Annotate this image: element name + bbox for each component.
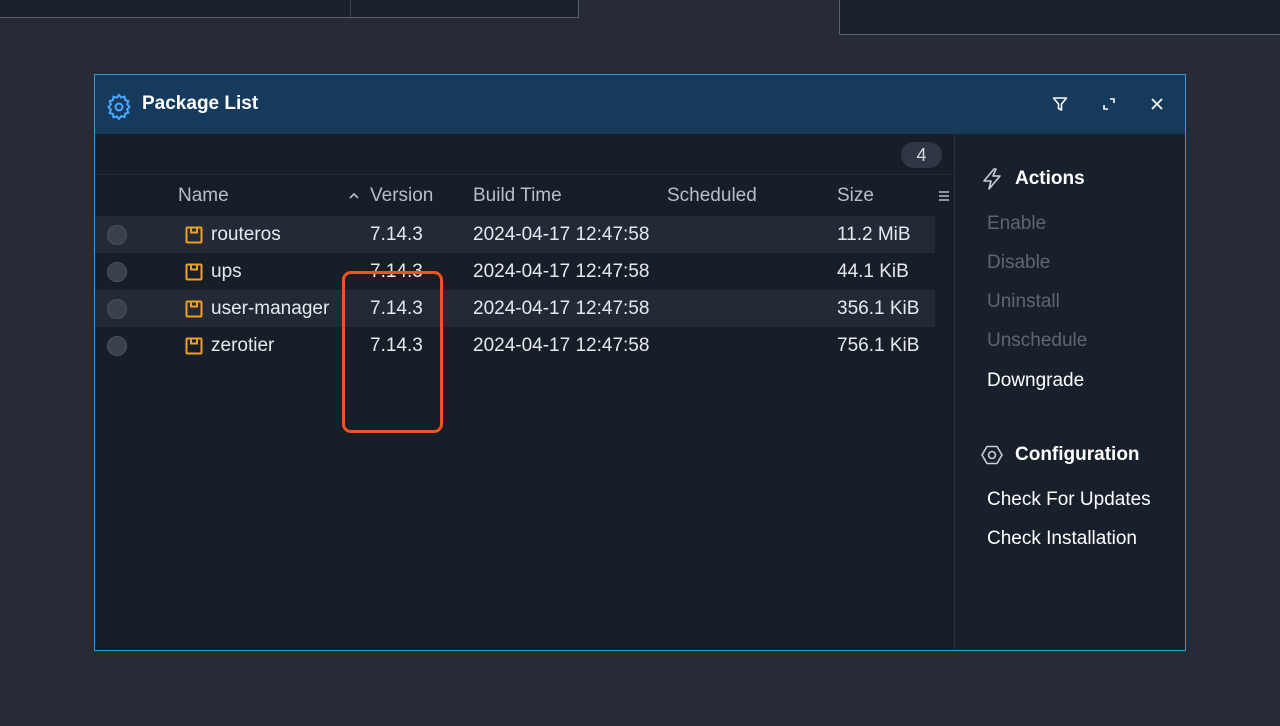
- table-row[interactable]: ups 7.14.3 2024-04-17 12:47:58 44.1 KiB: [95, 253, 935, 290]
- row-checkbox[interactable]: [107, 299, 127, 319]
- configuration-title: Configuration: [1015, 444, 1140, 465]
- maximize-icon: [1103, 98, 1115, 110]
- table-row[interactable]: user-manager 7.14.3 2024-04-17 12:47:58 …: [95, 290, 935, 327]
- package-name: ups: [211, 261, 242, 282]
- lightning-icon: [983, 168, 1001, 190]
- menu-icon[interactable]: [938, 189, 950, 203]
- window-titlebar[interactable]: Package List: [95, 75, 1185, 134]
- package-version: 7.14.3: [370, 298, 423, 319]
- action-enable[interactable]: Enable: [987, 213, 1046, 235]
- column-header-build-time[interactable]: Build Time: [473, 185, 562, 207]
- package-name: user-manager: [211, 298, 330, 319]
- package-icon: [185, 263, 203, 281]
- maximize-button[interactable]: [1098, 93, 1120, 115]
- table-row[interactable]: routeros 7.14.3 2024-04-17 12:47:58 11.2…: [95, 216, 935, 253]
- package-version: 7.14.3: [370, 335, 423, 356]
- column-header-name[interactable]: Name: [178, 185, 229, 207]
- action-downgrade[interactable]: Downgrade: [987, 370, 1084, 392]
- gear-icon: [107, 93, 131, 120]
- column-header-version[interactable]: Version: [370, 185, 433, 207]
- row-checkbox[interactable]: [107, 225, 127, 245]
- configuration-section-header: Configuration: [981, 444, 1140, 466]
- action-check-for-updates[interactable]: Check For Updates: [987, 489, 1151, 511]
- table-header: Name Version Build Time Scheduled Size: [95, 175, 954, 216]
- package-build-time: 2024-04-17 12:47:58: [473, 335, 650, 356]
- action-check-installation[interactable]: Check Installation: [987, 528, 1137, 550]
- column-header-scheduled[interactable]: Scheduled: [667, 185, 757, 207]
- actions-section-header: Actions: [981, 167, 1085, 191]
- package-build-time: 2024-04-17 12:47:58: [473, 261, 650, 282]
- package-build-time: 2024-04-17 12:47:58: [473, 224, 650, 245]
- package-size: 44.1 KiB: [837, 261, 909, 282]
- background-window-right: [839, 0, 1280, 35]
- actions-sidebar: Actions Enable Disable Uninstall Unsched…: [954, 134, 1185, 650]
- item-count-badge: 4: [901, 142, 942, 168]
- package-build-time: 2024-04-17 12:47:58: [473, 298, 650, 319]
- row-checkbox[interactable]: [107, 262, 127, 282]
- package-version: 7.14.3: [370, 224, 423, 245]
- package-size: 356.1 KiB: [837, 298, 920, 319]
- close-button[interactable]: [1146, 93, 1168, 115]
- background-window-left: [0, 0, 579, 18]
- package-name: routeros: [211, 224, 281, 245]
- package-size: 756.1 KiB: [837, 335, 920, 356]
- package-list-window: Package List 4 Name Version Build Time S…: [94, 74, 1186, 651]
- package-name: zerotier: [211, 335, 275, 356]
- filter-icon: [1052, 97, 1068, 111]
- package-icon: [185, 337, 203, 355]
- package-version: 7.14.3: [370, 261, 423, 282]
- column-header-size[interactable]: Size: [837, 185, 874, 207]
- table-toolbar: 4: [95, 134, 954, 175]
- filter-button[interactable]: [1049, 93, 1071, 115]
- actions-title: Actions: [1015, 168, 1085, 189]
- hexagon-icon: [981, 445, 1003, 465]
- background-divider: [350, 0, 351, 17]
- row-checkbox[interactable]: [107, 336, 127, 356]
- action-unschedule[interactable]: Unschedule: [987, 330, 1087, 352]
- action-disable[interactable]: Disable: [987, 252, 1050, 274]
- action-uninstall[interactable]: Uninstall: [987, 291, 1060, 313]
- package-size: 11.2 MiB: [837, 224, 911, 245]
- package-icon: [185, 300, 203, 318]
- package-table-panel: 4 Name Version Build Time Scheduled Size…: [95, 134, 954, 650]
- chevron-up-icon[interactable]: [348, 191, 360, 201]
- close-icon: [1151, 98, 1163, 110]
- package-icon: [185, 226, 203, 244]
- table-row[interactable]: zerotier 7.14.3 2024-04-17 12:47:58 756.…: [95, 327, 935, 364]
- window-title: Package List: [142, 93, 259, 114]
